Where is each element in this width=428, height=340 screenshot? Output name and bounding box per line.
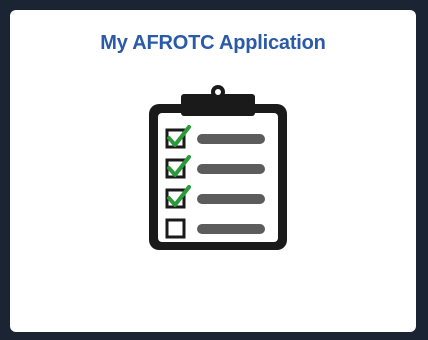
clipboard-checklist-icon (149, 85, 287, 250)
checkbox-icon (165, 218, 186, 239)
checklist-line (197, 164, 265, 174)
checklist-line (197, 194, 265, 204)
tile-frame: My AFROTC Application (0, 0, 428, 340)
tile-title: My AFROTC Application (100, 32, 326, 54)
checklist-line (197, 134, 265, 144)
checklist-line (197, 224, 265, 234)
afrotc-application-tile[interactable]: My AFROTC Application (10, 10, 416, 332)
